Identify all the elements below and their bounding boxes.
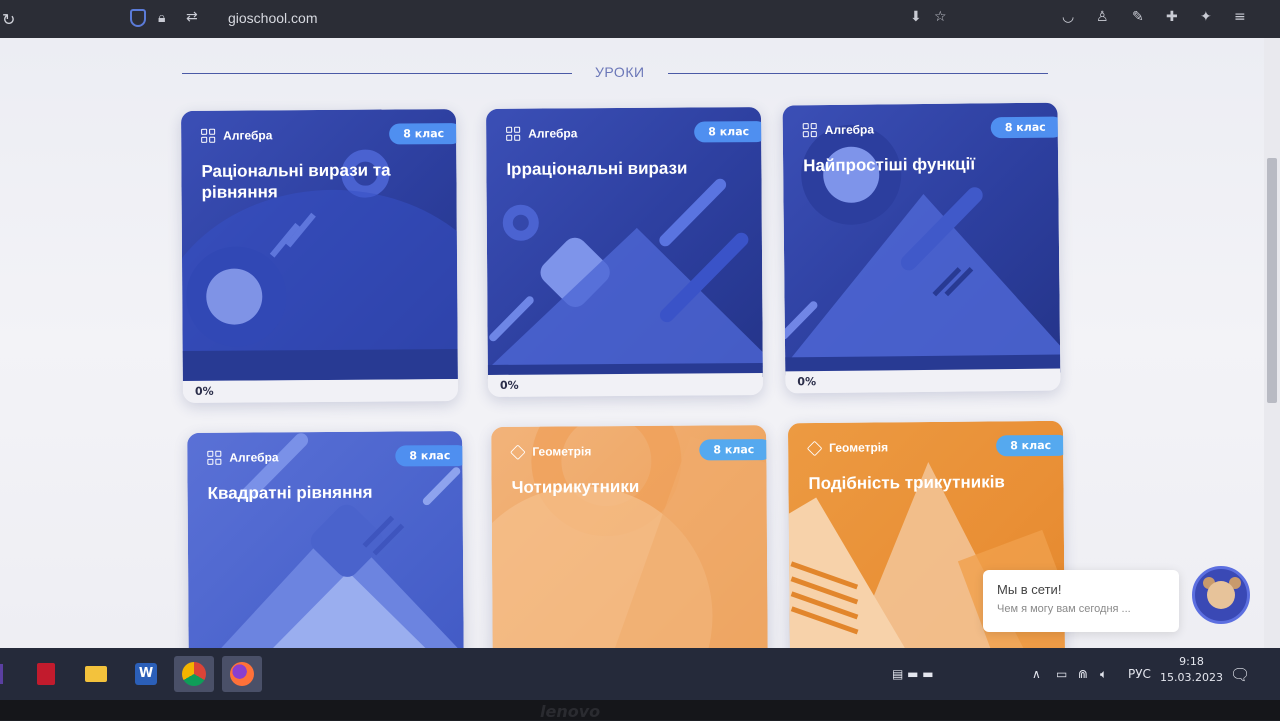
lesson-card[interactable]: Алгебра 8 клас Ірраціональні вирази 0% — [485, 107, 764, 397]
extension-icon-3[interactable]: ✚ — [1166, 9, 1178, 25]
clock-date: 15.03.2023 — [1160, 671, 1223, 684]
bible-app-icon[interactable] — [26, 656, 66, 692]
lesson-card[interactable]: Геометрія 8 клас Чотирикутники — [491, 425, 768, 648]
subject-label: Алгебра — [201, 128, 272, 143]
grade-badge: 8 клас — [694, 121, 764, 143]
chat-popup[interactable]: Мы в сети! Чем я могу вам сегодня ... — [983, 570, 1179, 632]
tracking-shield-icon[interactable] — [130, 9, 146, 27]
download-icon[interactable]: ⬇ — [910, 9, 922, 25]
chat-prompt: Чем я могу вам сегодня ... — [997, 603, 1131, 615]
algebra-icon — [207, 450, 222, 465]
battery-icon[interactable]: ▭ — [1056, 648, 1067, 700]
scrollbar-thumb[interactable] — [1267, 158, 1277, 403]
subject-label: Алгебра — [802, 122, 874, 138]
subject-label: Алгебра — [207, 450, 279, 465]
lesson-card[interactable]: Алгебра 8 клас Раціональні вирази та рів… — [180, 109, 459, 403]
reload-icon[interactable]: ↻ — [2, 10, 15, 29]
algebra-icon — [506, 126, 521, 141]
address-bar[interactable]: gioschool.com — [228, 10, 318, 26]
app-icon-partial[interactable] — [0, 656, 8, 692]
card-title: Подібність трикутників — [808, 472, 1005, 494]
progress-value: 0% — [499, 378, 519, 392]
card-illustration — [782, 102, 1061, 376]
geometry-icon — [510, 443, 526, 460]
explorer-icon[interactable] — [76, 656, 116, 692]
bookmark-star-icon[interactable]: ☆ — [934, 9, 947, 25]
lesson-card[interactable]: Алгебра 8 клас Найпростіші функції 0% — [782, 102, 1061, 394]
subject-label: Геометрія — [806, 440, 888, 456]
geometry-icon — [806, 440, 823, 456]
progress-bar: 0% — [487, 373, 764, 397]
page-content: УРОКИ Алгебра 8 клас Раціональні вирази … — [0, 38, 1264, 648]
card-title: Найпростіші функції — [803, 154, 976, 176]
volume-icon[interactable]: 🔈︎ — [1100, 648, 1107, 700]
grade-badge: 8 клас — [699, 439, 768, 461]
card-title: Чотирикутники — [511, 476, 640, 497]
progress-value: 0% — [194, 384, 214, 398]
lesson-card[interactable]: Алгебра 8 клас Квадратні рівняння — [187, 431, 464, 648]
lock-icon[interactable]: 🔒︎ — [158, 10, 165, 26]
extension-icon-2[interactable]: ✎ — [1132, 9, 1144, 25]
progress-value: 0% — [797, 375, 817, 389]
algebra-icon — [802, 123, 817, 138]
menu-icon[interactable]: ≡ — [1234, 9, 1246, 25]
notifications-icon[interactable]: 🗨︎ — [1230, 648, 1250, 700]
divider-left — [182, 73, 572, 74]
clock-time: 9:18 — [1179, 655, 1204, 668]
grade-badge: 8 клас — [990, 116, 1061, 139]
grade-badge: 8 клас — [395, 445, 464, 467]
progress-bar: 0% — [182, 379, 459, 403]
show-hidden-icon[interactable]: ∧ — [1032, 648, 1041, 700]
pocket-icon[interactable]: ◡ — [1062, 9, 1074, 25]
bezel-logo: lenovo — [540, 702, 601, 721]
browser-toolbar: ↻ 🔒︎ ⇄ gioschool.com ⬇ ☆ ◡ ♙ ✎ ✚ ✦ ≡ — [0, 0, 1280, 38]
card-title: Раціональні вирази та рівняння — [201, 160, 391, 202]
clock[interactable]: 9:18 15.03.2023 — [1160, 654, 1223, 686]
card-illustration — [180, 109, 458, 381]
card-title: Квадратні рівняння — [207, 482, 373, 503]
subject-label: Геометрія — [510, 443, 591, 460]
permissions-icon[interactable]: ⇄ — [186, 9, 198, 25]
progress-bar: 0% — [785, 368, 1061, 394]
grade-badge: 8 клас — [389, 123, 459, 145]
section-title: УРОКИ — [595, 64, 645, 80]
subject-label: Алгебра — [506, 126, 577, 141]
grade-badge: 8 клас — [996, 434, 1066, 457]
page-scrollbar[interactable] — [1264, 38, 1280, 648]
laptop-bezel: lenovo — [0, 700, 1280, 721]
chat-avatar-button[interactable] — [1192, 566, 1250, 624]
section-header: УРОКИ — [0, 64, 1264, 84]
tray-icons[interactable]: ▤ ▬ ▬ — [892, 648, 934, 700]
chat-status: Мы в сети! — [997, 582, 1062, 597]
mascot-icon — [1207, 581, 1235, 609]
algebra-icon — [201, 128, 216, 143]
chrome-icon[interactable] — [174, 656, 214, 692]
word-icon[interactable]: W — [126, 656, 166, 692]
card-title: Ірраціональні вирази — [506, 158, 688, 179]
language-indicator[interactable]: РУС — [1128, 648, 1151, 700]
extension-icon-4[interactable]: ✦ — [1200, 9, 1212, 25]
wifi-icon[interactable]: ⋒ — [1078, 648, 1088, 700]
firefox-icon[interactable] — [222, 656, 262, 692]
extension-icon[interactable]: ♙ — [1096, 9, 1109, 25]
card-illustration — [485, 107, 763, 379]
taskbar: W ▤ ▬ ▬ ∧ ▭ ⋒ 🔈︎ РУС 9:18 15.03.2023 🗨︎ — [0, 648, 1280, 700]
divider-right — [668, 73, 1048, 74]
